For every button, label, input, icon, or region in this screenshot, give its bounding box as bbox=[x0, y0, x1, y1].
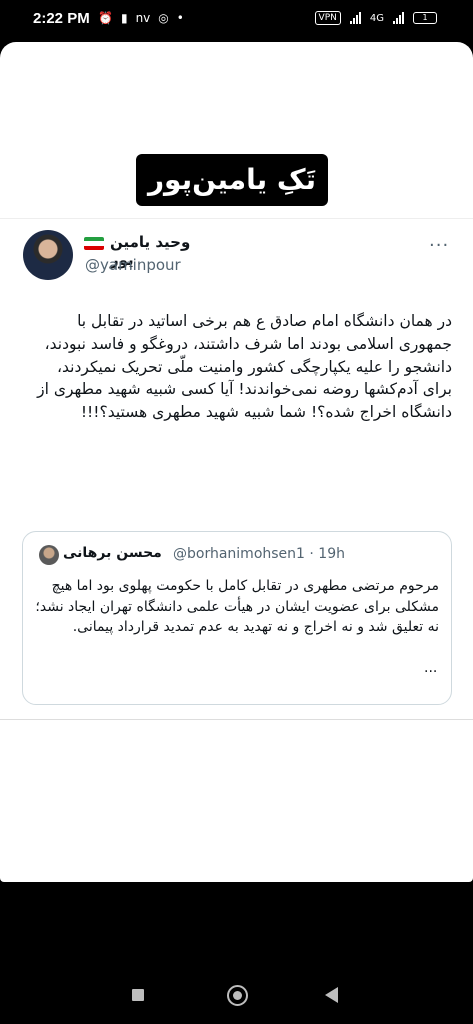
author-handle[interactable]: @yaminpour bbox=[85, 256, 181, 274]
dot-icon: • bbox=[176, 11, 184, 25]
page-banner: تَکِ یامین‌پور bbox=[136, 154, 328, 206]
nv-label: nv bbox=[135, 11, 151, 25]
quote-author-name: محسن برهانی bbox=[63, 545, 162, 561]
network-label: 4G bbox=[369, 12, 384, 24]
status-bar: 2:22 PM ⏰ ▮ nv ◎ • VPN 4G 1 bbox=[0, 0, 473, 40]
quote-ellipsis: ... bbox=[424, 660, 438, 676]
screenshot-card: تَکِ یامین‌پور وحید یامین پور @yaminpour… bbox=[0, 42, 473, 882]
recent-apps-icon[interactable] bbox=[132, 989, 144, 1001]
status-left-icons: ⏰ ▮ nv ◎ • bbox=[98, 11, 184, 25]
status-time: 2:22 PM bbox=[33, 10, 90, 27]
signal-icon bbox=[349, 12, 361, 24]
quote-avatar bbox=[39, 545, 59, 565]
instagram-icon: ◎ bbox=[158, 11, 169, 25]
signal-2-icon bbox=[393, 12, 404, 24]
more-options-icon[interactable]: ··· bbox=[429, 235, 449, 256]
status-right-icons: VPN 4G 1 bbox=[314, 11, 437, 25]
iran-flag-icon bbox=[84, 237, 104, 250]
alarm-icon: ⏰ bbox=[98, 11, 113, 25]
vpn-badge: VPN bbox=[314, 11, 341, 25]
quote-text: مرحوم مرتضی مطهری در تقابل کامل با حکومت… bbox=[35, 578, 439, 635]
quoted-tweet[interactable]: محسن برهانی @borhanimohsen1 · 19h مرحوم … bbox=[22, 531, 452, 705]
back-icon[interactable] bbox=[325, 987, 338, 1003]
home-icon[interactable] bbox=[227, 985, 248, 1006]
battery-icon: 1 bbox=[413, 12, 437, 24]
battery-saver-icon: ▮ bbox=[120, 11, 128, 25]
author-avatar[interactable] bbox=[23, 230, 73, 280]
quote-author-handle: @borhanimohsen1 · 19h bbox=[173, 546, 345, 562]
tweet-text: در همان دانشگاه امام صادق ع هم برخی اسات… bbox=[37, 312, 452, 422]
